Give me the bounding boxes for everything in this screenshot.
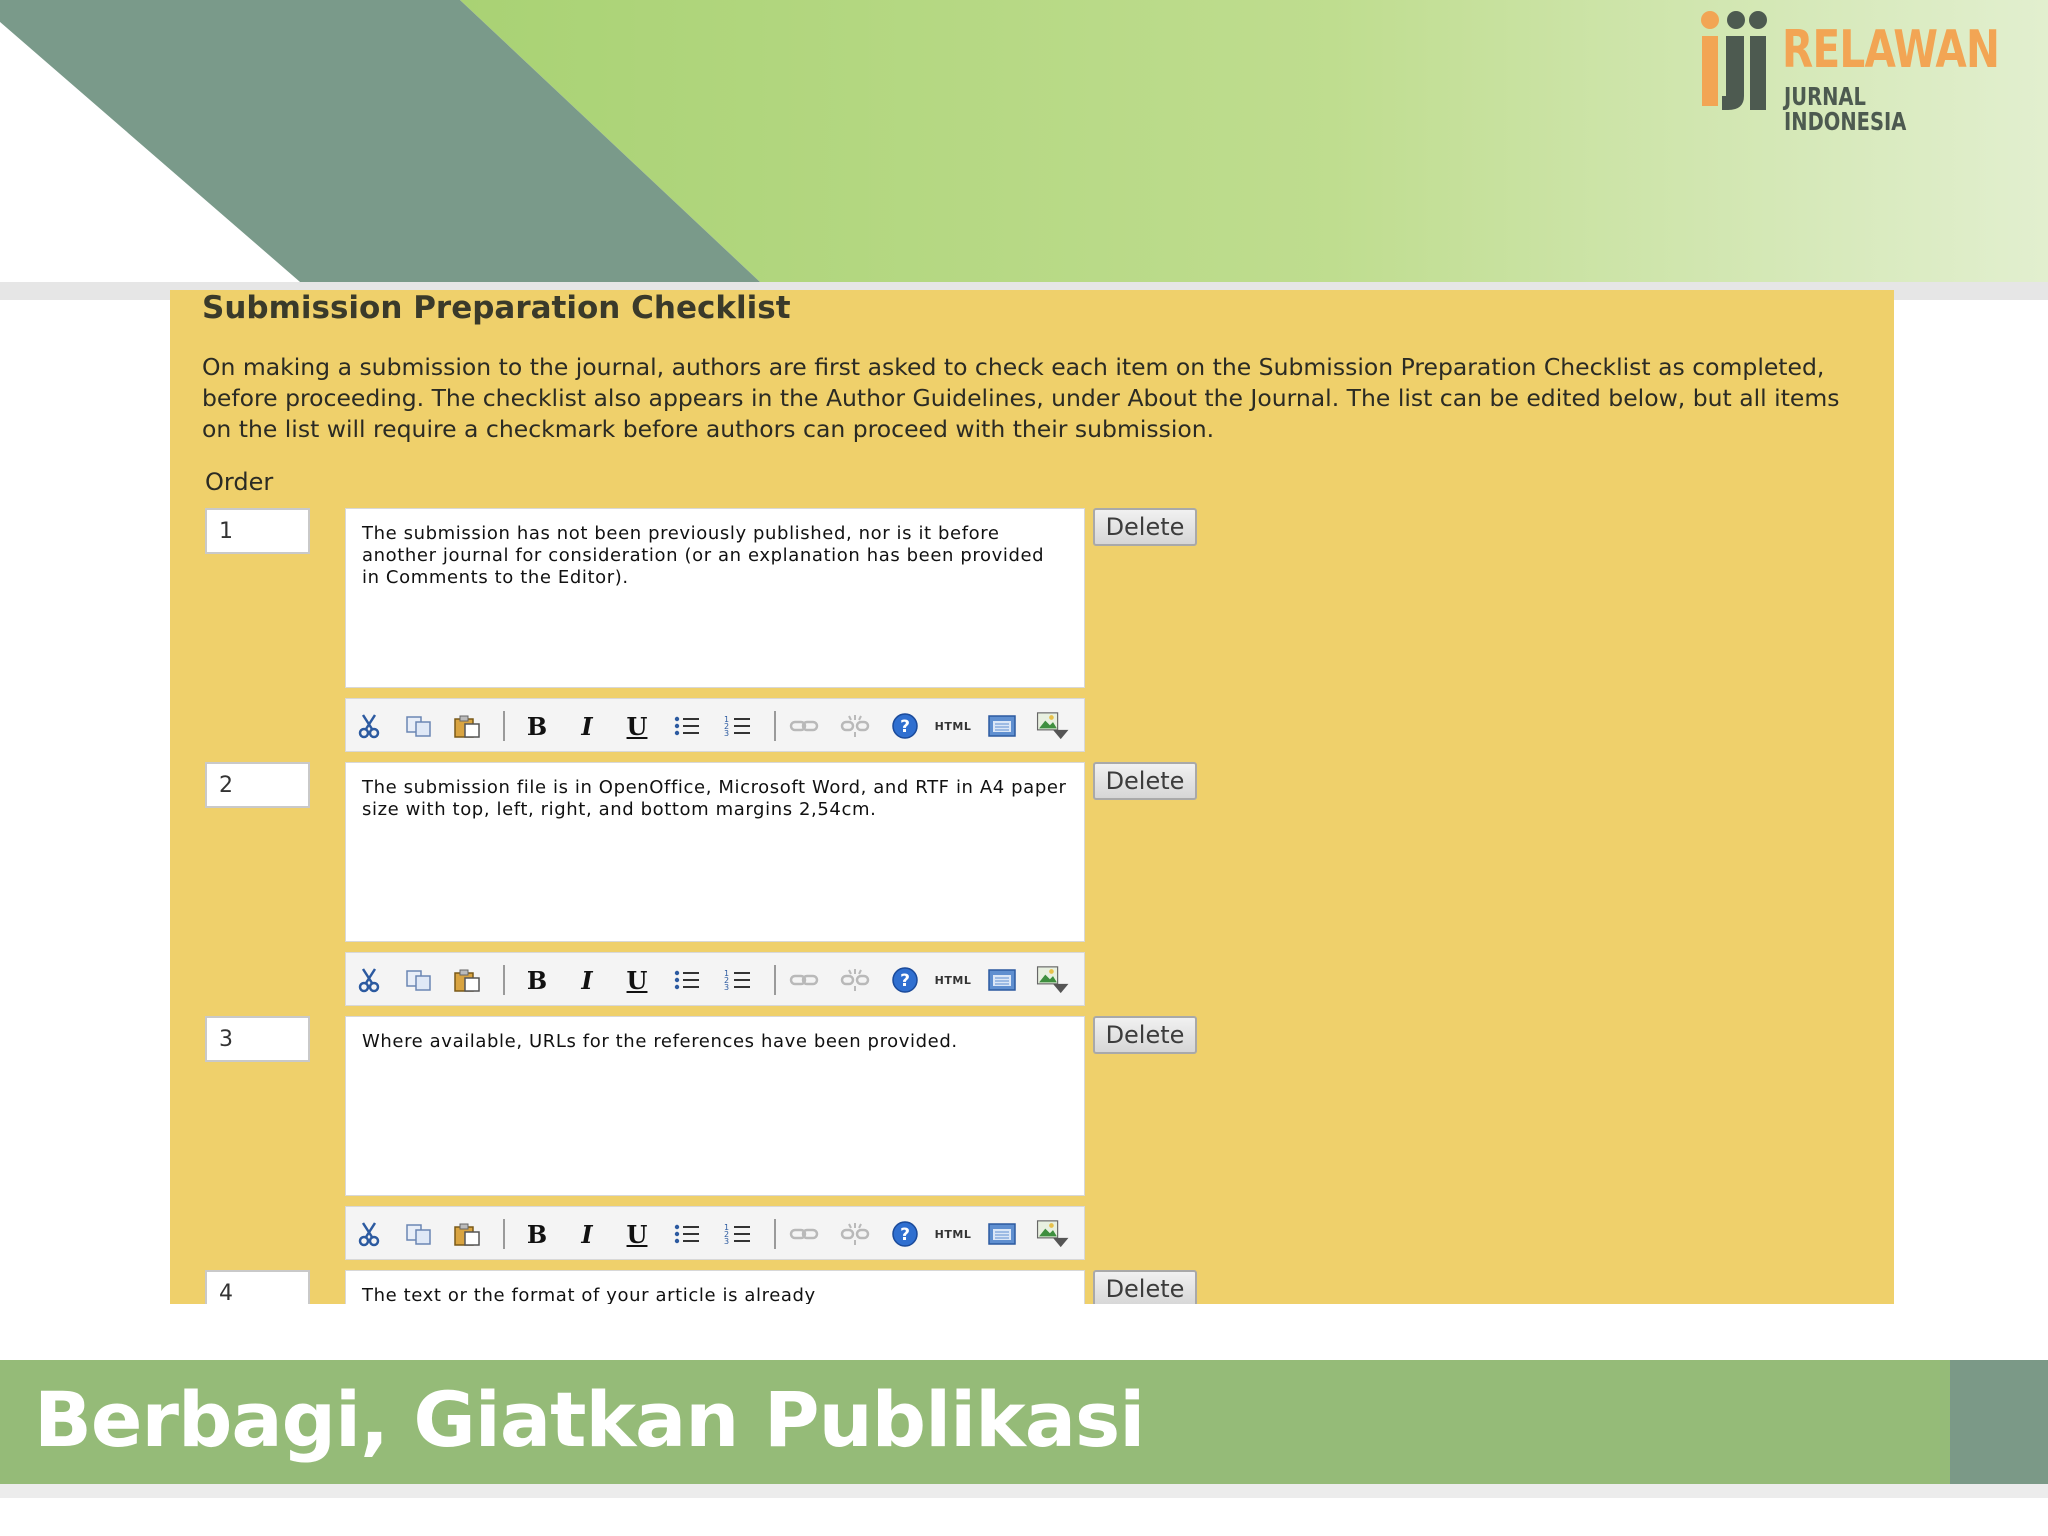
numbered-list-icon[interactable]: 123 — [721, 1218, 755, 1250]
bullet-list-icon[interactable] — [670, 1218, 704, 1250]
order-input[interactable]: 1 — [205, 508, 310, 554]
copy-icon[interactable] — [402, 1218, 436, 1250]
italic-icon[interactable]: I — [570, 964, 604, 996]
fullscreen-icon[interactable] — [985, 1218, 1019, 1250]
header-banner: RELAWAN JURNAL INDONESIA — [0, 0, 2048, 300]
svg-text:3: 3 — [724, 1237, 729, 1246]
copy-icon[interactable] — [402, 710, 436, 742]
delete-button[interactable]: Delete — [1093, 1016, 1197, 1054]
cut-icon[interactable] — [352, 964, 386, 996]
bold-icon[interactable]: B — [520, 710, 554, 742]
order-input[interactable]: 2 — [205, 762, 310, 808]
toolbar-separator — [774, 711, 776, 741]
checklist-item: 4 The text or the format of your article… — [170, 1270, 1894, 1304]
footer-tagline: Berbagi, Giatkan Publikasi — [34, 1375, 1145, 1464]
image-upload-icon[interactable] — [1036, 1218, 1070, 1250]
checklist-panel: Submission Preparation Checklist On maki… — [170, 290, 1894, 1304]
checklist-item-editor[interactable]: The submission has not been previously p… — [345, 508, 1085, 688]
cut-icon[interactable] — [352, 1218, 386, 1250]
unlink-icon — [838, 1218, 872, 1250]
logo-subtitle: JURNAL INDONESIA — [1784, 82, 1907, 136]
html-icon[interactable]: HTML — [935, 1218, 971, 1250]
logo-wordmark: RELAWAN — [1782, 20, 2000, 80]
unlink-icon — [838, 710, 872, 742]
copy-icon[interactable] — [402, 964, 436, 996]
paste-icon[interactable] — [450, 964, 484, 996]
checklist-item: 2 The submission file is in OpenOffice, … — [170, 762, 1894, 1012]
checklist-item: 1 The submission has not been previously… — [170, 508, 1894, 758]
unlink-icon — [838, 964, 872, 996]
editor-toolbar: B I U 1 2 3? HTML — [345, 1206, 1085, 1260]
footer-divider — [0, 1484, 2048, 1498]
checklist-description: On making a submission to the journal, a… — [202, 353, 1840, 443]
numbered-list-icon[interactable]: 123 — [721, 964, 755, 996]
footer-accent — [1950, 1360, 2048, 1484]
paste-icon[interactable] — [450, 1218, 484, 1250]
italic-icon[interactable]: I — [570, 710, 604, 742]
fullscreen-icon[interactable] — [985, 964, 1019, 996]
logo: RELAWAN JURNAL INDONESIA — [1696, 6, 2016, 134]
help-icon[interactable]: ? — [888, 964, 922, 996]
svg-text:?: ? — [900, 971, 910, 991]
fullscreen-icon[interactable] — [985, 710, 1019, 742]
svg-text:3: 3 — [724, 983, 729, 992]
delete-button[interactable]: Delete — [1093, 762, 1197, 800]
underline-icon[interactable]: U — [620, 1218, 654, 1250]
numbered-list-icon[interactable]: 123 — [721, 710, 755, 742]
toolbar-separator — [503, 711, 505, 741]
underline-icon[interactable]: U — [620, 710, 654, 742]
paste-icon[interactable] — [450, 710, 484, 742]
checklist-item-editor[interactable]: The submission file is in OpenOffice, Mi… — [345, 762, 1085, 942]
italic-icon[interactable]: I — [570, 1218, 604, 1250]
toolbar-separator — [774, 965, 776, 995]
svg-text:?: ? — [900, 717, 910, 737]
checklist-item: 3 Where available, URLs for the referenc… — [170, 1016, 1894, 1266]
editor-toolbar: B I U 1 2 3? HTML — [345, 952, 1085, 1006]
footer-band: Berbagi, Giatkan Publikasi — [0, 1360, 2048, 1484]
bold-icon[interactable]: B — [520, 1218, 554, 1250]
checklist-item-editor[interactable]: Where available, URLs for the references… — [345, 1016, 1085, 1196]
toolbar-separator — [774, 1219, 776, 1249]
editor-toolbar: B I U 1 2 3? HTML — [345, 698, 1085, 752]
order-input[interactable]: 3 — [205, 1016, 310, 1062]
toolbar-separator — [503, 1219, 505, 1249]
logo-mark — [1701, 11, 1767, 110]
bullet-list-icon[interactable] — [670, 710, 704, 742]
image-upload-icon[interactable] — [1036, 710, 1070, 742]
help-icon[interactable]: ? — [888, 1218, 922, 1250]
svg-text:3: 3 — [724, 729, 729, 738]
toolbar-separator — [503, 965, 505, 995]
bold-icon[interactable]: B — [520, 964, 554, 996]
order-input[interactable]: 4 — [205, 1270, 310, 1304]
delete-button[interactable]: Delete — [1093, 1270, 1197, 1304]
help-icon[interactable]: ? — [888, 710, 922, 742]
page-title: Submission Preparation Checklist — [202, 290, 791, 326]
link-icon — [788, 1218, 822, 1250]
bullet-list-icon[interactable] — [670, 964, 704, 996]
image-upload-icon[interactable] — [1036, 964, 1070, 996]
link-icon — [788, 964, 822, 996]
delete-button[interactable]: Delete — [1093, 508, 1197, 546]
html-icon[interactable]: HTML — [935, 964, 971, 996]
link-icon — [788, 710, 822, 742]
cut-icon[interactable] — [352, 710, 386, 742]
svg-text:?: ? — [900, 1225, 910, 1245]
checklist-item-editor[interactable]: The text or the format of your article i… — [345, 1270, 1085, 1304]
html-icon[interactable]: HTML — [935, 710, 971, 742]
underline-icon[interactable]: U — [620, 964, 654, 996]
order-column-label: Order — [205, 468, 274, 496]
